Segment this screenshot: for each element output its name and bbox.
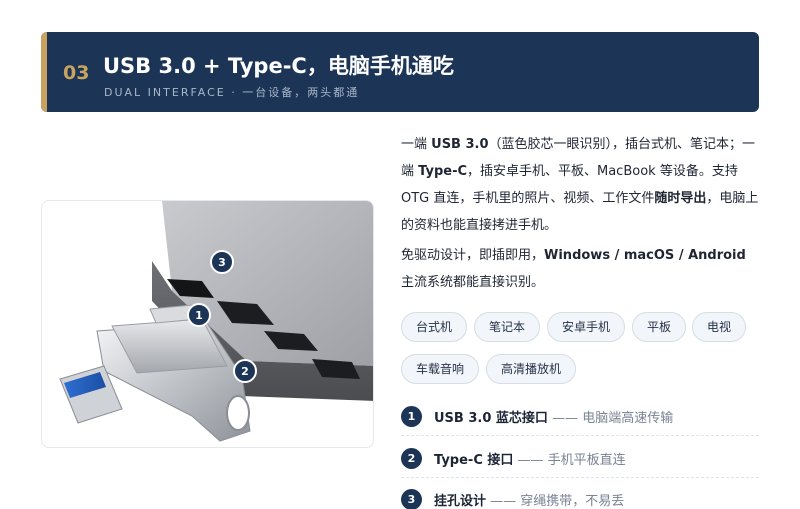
description-emphasis: Windows / macOS / Android [544, 248, 746, 263]
feature-separator: —— [490, 494, 517, 509]
tag-laptop: 笔记本 [474, 312, 541, 342]
product-image: 3 1 2 [41, 200, 374, 448]
description-text: 主流系统都能直接识别。 [401, 275, 545, 290]
tag-desktop: 台式机 [401, 312, 468, 342]
description-emphasis: USB 3.0 [431, 137, 489, 152]
feature-item: 3 挂孔设计 —— 穿绳携带，不易丢 [401, 481, 759, 509]
section-title: USB 3.0 + Type-C，电脑手机通吃 [103, 54, 454, 78]
callout-1: 1 [187, 303, 211, 327]
callout-3: 3 [210, 250, 234, 274]
description-emphasis: Type-C [418, 164, 467, 179]
tag-tv: 电视 [692, 312, 747, 342]
tag-hd-player: 高清播放机 [486, 354, 577, 384]
tag-car-audio: 车载音响 [401, 354, 480, 384]
feature-separator: —— [552, 411, 579, 426]
feature-number-badge: 2 [401, 448, 422, 469]
feature-name: 挂孔设计 [434, 494, 487, 509]
tag-tablet: 平板 [632, 312, 687, 342]
feature-desc: 电脑端高速传输 [582, 411, 674, 426]
feature-desc: 穿绳携带，不易丢 [520, 494, 625, 509]
feature-text: 挂孔设计 —— 穿绳携带，不易丢 [434, 490, 624, 509]
feature-item: 1 USB 3.0 蓝芯接口 —— 电脑端高速传输 [401, 398, 759, 436]
callout-2: 2 [233, 359, 257, 383]
feature-number-badge: 3 [401, 489, 422, 509]
section-subtitle: DUAL INTERFACE · 一台设备，两头都通 [104, 86, 360, 99]
section-header: 03 USB 3.0 + Type-C，电脑手机通吃 DUAL INTERFAC… [41, 32, 759, 112]
description-paragraph-2: 免驱动设计，即插即用，Windows / macOS / Android 主流系… [401, 242, 761, 296]
description-text: 免驱动设计，即插即用， [401, 248, 545, 263]
tag-android-phone: 安卓手机 [547, 312, 626, 342]
feature-item: 2 Type-C 接口 —— 手机平板直连 [401, 440, 759, 478]
feature-text: USB 3.0 蓝芯接口 —— 电脑端高速传输 [434, 407, 673, 426]
feature-name: USB 3.0 蓝芯接口 [434, 411, 548, 426]
description-emphasis: 随时导出 [654, 191, 707, 206]
usb-drive-illustration: 3 1 2 [59, 201, 373, 442]
feature-separator: —— [517, 453, 544, 468]
svg-text:1: 1 [195, 309, 203, 322]
feature-desc: 手机平板直连 [547, 453, 626, 468]
feature-text: Type-C 接口 —— 手机平板直连 [434, 449, 626, 468]
description-text: 一端 [401, 137, 432, 152]
description-paragraph-1: 一端 USB 3.0（蓝色胶芯一眼识别），插台式机、笔记本；一端 Type-C，… [401, 131, 761, 239]
section-number: 03 [63, 62, 90, 84]
svg-text:3: 3 [218, 256, 226, 269]
svg-text:2: 2 [241, 365, 249, 378]
feature-name: Type-C 接口 [434, 453, 514, 468]
feature-number-badge: 1 [401, 406, 422, 427]
header-accent-bar [41, 32, 47, 112]
